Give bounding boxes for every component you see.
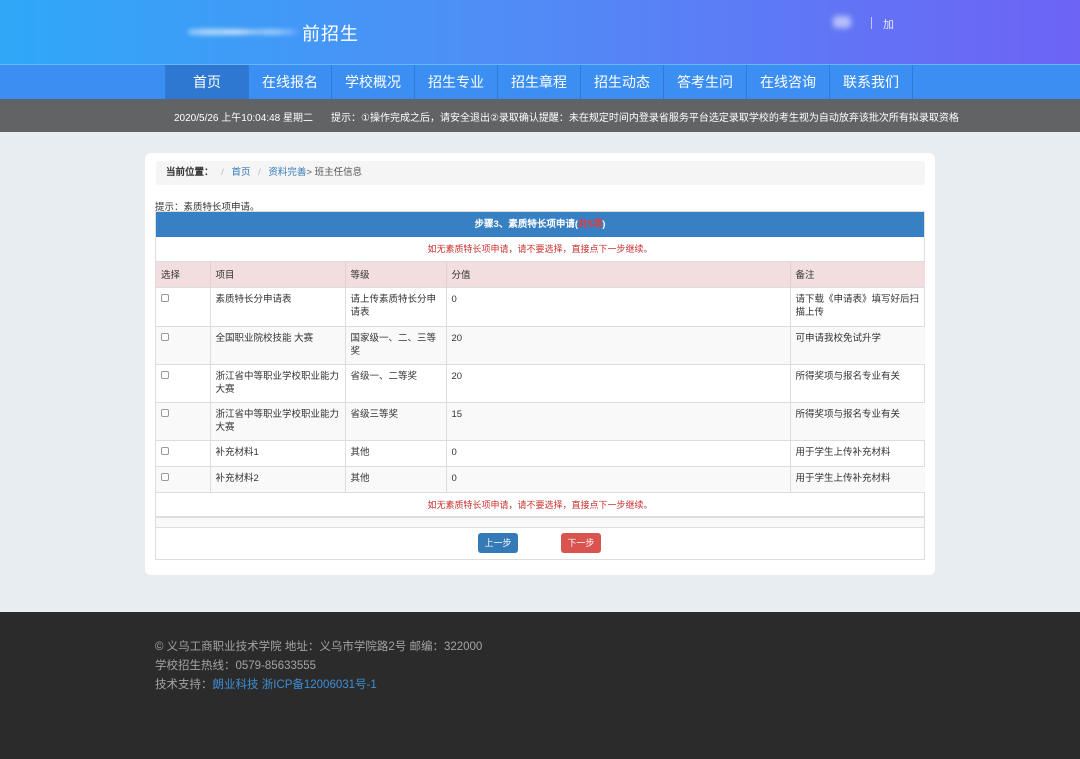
breadcrumb-label: 当前位置： — [166, 167, 214, 178]
breadcrumb-current: > 班主任信息 — [306, 167, 363, 178]
table-row: 浙江省中等职业学校职业能力大赛 省级三等奖 15 所得奖项与报名专业有关 — [156, 401, 925, 440]
cell-note: 用于学生上传补充材料 — [790, 439, 925, 466]
cell-note: 可申请我校免试升学 — [790, 325, 925, 364]
header-divider — [871, 17, 872, 29]
select-cell — [156, 325, 211, 364]
select-cell — [156, 439, 211, 466]
col-header-select: 选择 — [156, 262, 211, 287]
breadcrumb: 当前位置： / 首页 / 资料完善> 班主任信息 — [156, 161, 925, 185]
cell-item: 补充材料2 — [210, 465, 346, 492]
nav-item-8[interactable]: 联系我们 — [830, 65, 913, 99]
footer-address: © 义乌工商职业技术学院 地址：义乌市学院路2号 邮编：322000 — [155, 641, 483, 653]
footer-support-label: 技术支持： — [155, 679, 213, 691]
nav-item-7[interactable]: 在线咨询 — [747, 65, 830, 99]
site-header: 前招生 加 — [0, 0, 1080, 64]
cell-item: 浙江省中等职业学校职业能力大赛 — [210, 401, 346, 440]
select-checkbox[interactable] — [161, 332, 169, 341]
select-checkbox[interactable] — [161, 293, 169, 302]
nav-item-1[interactable]: 在线报名 — [249, 65, 332, 99]
breadcrumb-section-link[interactable]: 资料完善 — [268, 167, 306, 178]
main-nav: 首页 在线报名 学校概况 招生专业 招生章程 招生动态 答考生问 在线咨询 联系我们 — [0, 64, 1080, 99]
cell-note: 用于学生上传补充材料 — [790, 465, 925, 492]
col-header-level: 等级 — [345, 262, 447, 287]
cell-item: 补充材料1 — [210, 439, 346, 466]
step-count: 共5项 — [577, 219, 603, 230]
step-title-close: ) — [602, 219, 606, 230]
step-title-text: 步骤3、素质特长项申请( — [474, 219, 578, 230]
select-checkbox[interactable] — [161, 472, 169, 481]
select-cell — [156, 286, 211, 326]
cell-note: 请下载《申请表》填写好后扫描上传 — [790, 286, 925, 326]
breadcrumb-home-link[interactable]: 首页 — [231, 167, 250, 178]
special-skills-panel: 步骤3、素质特长项申请(共5项) 如无素质特长项申请，请不要选择，直接点下一步继… — [155, 211, 925, 560]
table-row: 素质特长分申请表 请上传素质特长分申请表 0 请下载《申请表》填写好后扫描上传 — [156, 286, 925, 326]
nav-item-0[interactable]: 首页 — [166, 65, 249, 99]
breadcrumb-separator: / — [221, 167, 224, 178]
nav-item-4[interactable]: 招生章程 — [498, 65, 581, 99]
cell-score: 0 — [446, 286, 791, 326]
col-header-note: 备注 — [790, 262, 925, 287]
table-row: 补充材料1 其他 0 用于学生上传补充材料 — [156, 439, 925, 466]
footer-support-link[interactable]: 朗业科技 — [213, 679, 259, 691]
cell-note: 所得奖项与报名专业有关 — [790, 363, 925, 402]
nav-item-2[interactable]: 学校概况 — [332, 65, 415, 99]
select-cell — [156, 465, 211, 492]
warning-bottom: 如无素质特长项申请，请不要选择，直接点下一步继续。 — [156, 492, 924, 517]
user-avatar[interactable] — [833, 16, 851, 28]
skills-table: 选择 项目 等级 分值 备注 素质特长分申请表 请上传素质特长分申请表 0 请下载《申… — [156, 262, 925, 492]
nav-item-6[interactable]: 答考生问 — [664, 65, 747, 99]
next-step-button[interactable]: 下一步 — [561, 533, 601, 553]
table-header-row: 选择 项目 等级 分值 备注 — [156, 262, 925, 287]
cell-score: 15 — [446, 401, 791, 440]
warning-top: 如无素质特长项申请，请不要选择，直接点下一步继续。 — [156, 237, 924, 262]
content-card: 当前位置： / 首页 / 资料完善> 班主任信息 提示：素质特长项申请。 步骤3… — [145, 153, 935, 575]
cell-level: 国家级一、二、三等奖 — [345, 325, 447, 364]
notice-bar: 2020/5/26 上午10:04:48 星期二 提示：①操作完成之后，请安全退… — [0, 99, 1080, 132]
notice-tip: 提示：①操作完成之后，请安全退出②录取确认提醒：未在规定时间内登录省服务平台选定… — [331, 113, 959, 124]
spacer-row — [156, 517, 924, 527]
button-row: 上一步 下一步 — [156, 527, 924, 559]
select-checkbox[interactable] — [161, 370, 169, 379]
prev-step-button[interactable]: 上一步 — [478, 533, 518, 553]
col-header-score: 分值 — [446, 262, 791, 287]
cell-item: 浙江省中等职业学校职业能力大赛 — [210, 363, 346, 402]
table-row: 浙江省中等职业学校职业能力大赛 省级一、二等奖 20 所得奖项与报名专业有关 — [156, 363, 925, 402]
cell-score: 0 — [446, 465, 791, 492]
datetime: 2020/5/26 上午10:04:48 星期二 — [174, 113, 313, 124]
footer-support: 技术支持：朗业科技 浙ICP备12006031号-1 — [155, 676, 377, 692]
site-footer: © 义乌工商职业技术学院 地址：义乌市学院路2号 邮编：322000 学校招生热… — [0, 612, 1080, 759]
nav-item-5[interactable]: 招生动态 — [581, 65, 664, 99]
select-cell — [156, 363, 211, 402]
select-cell — [156, 401, 211, 440]
breadcrumb-separator: / — [258, 167, 261, 178]
step-title: 步骤3、素质特长项申请(共5项) — [156, 212, 924, 237]
footer-icp-link[interactable]: 浙ICP备12006031号-1 — [262, 679, 377, 691]
cell-note: 所得奖项与报名专业有关 — [790, 401, 925, 440]
cell-level: 省级三等奖 — [345, 401, 447, 440]
col-header-item: 项目 — [210, 262, 346, 287]
cell-level: 其他 — [345, 465, 447, 492]
cell-score: 20 — [446, 325, 791, 364]
nav-item-3[interactable]: 招生专业 — [415, 65, 498, 99]
user-link[interactable]: 加 — [883, 16, 894, 32]
select-checkbox[interactable] — [161, 408, 169, 417]
cell-level: 请上传素质特长分申请表 — [345, 286, 447, 326]
cell-score: 20 — [446, 363, 791, 402]
cell-level: 其他 — [345, 439, 447, 466]
nav-list: 首页 在线报名 学校概况 招生专业 招生章程 招生动态 答考生问 在线咨询 联系我们 — [165, 65, 913, 99]
cell-score: 0 — [446, 439, 791, 466]
table-row: 补充材料2 其他 0 用于学生上传补充材料 — [156, 465, 925, 492]
cell-item: 全国职业院校技能 大赛 — [210, 325, 346, 364]
footer-hotline: 学校招生热线：0579-85633555 — [155, 660, 317, 672]
cell-level: 省级一、二等奖 — [345, 363, 447, 402]
table-row: 全国职业院校技能 大赛 国家级一、二、三等奖 20 可申请我校免试升学 — [156, 325, 925, 364]
site-title: 前招生 — [302, 24, 359, 44]
table-body: 素质特长分申请表 请上传素质特长分申请表 0 请下载《申请表》填写好后扫描上传 全国职业… — [156, 286, 925, 492]
select-checkbox[interactable] — [161, 446, 169, 455]
cell-item: 素质特长分申请表 — [210, 286, 346, 326]
school-logo — [188, 22, 298, 42]
